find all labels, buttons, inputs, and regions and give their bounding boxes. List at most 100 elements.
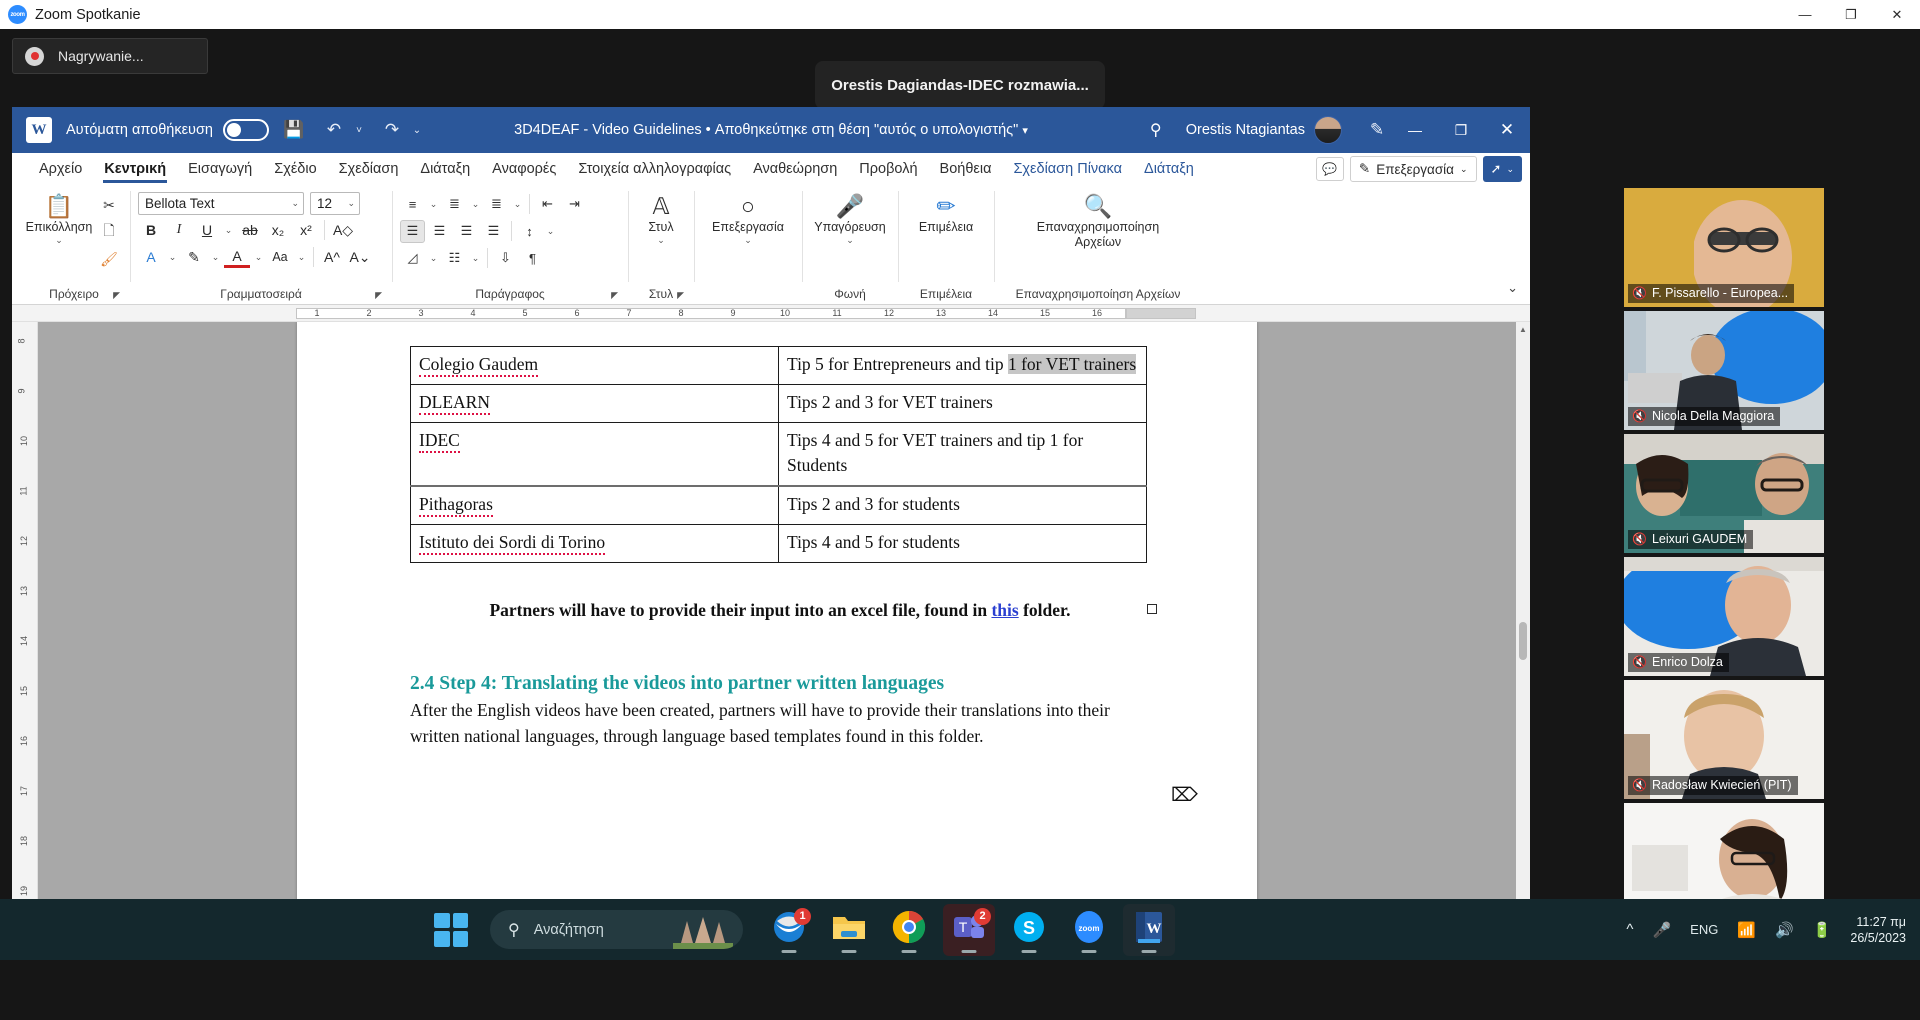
paragraph-dialog-launcher[interactable]: ◤ (611, 290, 618, 301)
table-cell-tips[interactable]: Tips 4 and 5 for students (778, 524, 1147, 563)
share-button[interactable]: ➚ ⌄ (1482, 156, 1522, 182)
editor-button[interactable]: ✏ Επιμέλεια (913, 189, 979, 234)
dictate-chevron-down-icon[interactable]: ⌄ (846, 235, 854, 245)
participant-tile[interactable]: 🔇 Nicola Della Maggiora (1624, 311, 1824, 430)
paste-button[interactable]: 📋 Επικόλληση ⌄ (26, 189, 93, 245)
numbering-icon[interactable]: ≣ (442, 193, 467, 216)
ribbon-collapse-chevron-icon[interactable]: ⌄ (1507, 280, 1518, 296)
clear-formatting-icon[interactable]: A◇ (330, 218, 356, 242)
comments-button[interactable]: 💬 (1315, 157, 1344, 181)
ink-pen-icon[interactable]: ✎ (1362, 115, 1392, 145)
text-effects-icon[interactable]: A (138, 245, 164, 269)
grow-font-icon[interactable]: A^ (319, 245, 345, 269)
font-name-chevron-down-icon[interactable]: ⌄ (291, 198, 299, 209)
borders-chevron-down-icon[interactable]: ⌄ (469, 246, 482, 270)
taskbar-app-chrome[interactable] (883, 904, 935, 956)
table-cell-partner[interactable]: Colegio Gaudem (410, 346, 779, 385)
word-minimize-button[interactable]: — (1392, 107, 1438, 153)
align-right-button[interactable]: ☰ (454, 220, 479, 243)
taskbar-app-word[interactable]: W (1123, 903, 1175, 956)
recording-indicator[interactable]: Nagrywanie... (12, 38, 208, 74)
participant-tile[interactable]: 🔇 Radosław Kwiecień (PIT) (1624, 680, 1824, 799)
reuse-files-button[interactable]: 🔍 Επαναχρησιμοποίηση Αρχείων (1031, 189, 1165, 249)
bullets-icon[interactable]: ≡ (400, 193, 425, 216)
align-left-button[interactable]: ☰ (400, 219, 425, 243)
clipboard-dialog-launcher[interactable]: ◤ (113, 290, 120, 301)
table-cell-tips[interactable]: Tip 5 for Entrepreneurs and tip 1 for VE… (778, 346, 1147, 385)
search-icon[interactable]: ⚲ (1138, 112, 1174, 148)
format-painter-icon[interactable]: 🖌 (96, 247, 122, 271)
table-resize-handle[interactable] (1147, 604, 1157, 614)
highlight-chevron-down-icon[interactable]: ⌄ (209, 245, 222, 269)
taskbar-app-skype[interactable]: S (1003, 904, 1055, 956)
text-effects-chevron-down-icon[interactable]: ⌄ (166, 245, 179, 269)
borders-icon[interactable]: ☷ (442, 247, 467, 270)
decrease-indent-icon[interactable]: ⇤ (535, 193, 560, 216)
volume-icon[interactable]: 🔊 (1775, 921, 1794, 939)
font-size-chevron-down-icon[interactable]: ⌄ (347, 198, 355, 209)
shading-icon[interactable]: ◿ (400, 247, 425, 270)
tab-διάταξη[interactable]: Διάταξη (1133, 158, 1205, 181)
table-cell-partner[interactable]: IDEC (410, 422, 779, 487)
italic-button[interactable]: I (166, 218, 192, 242)
table-row[interactable]: Colegio Gaudem Tip 5 for Entrepreneurs an… (410, 346, 1147, 385)
text-highlight-icon[interactable]: ✎ (181, 245, 207, 269)
underline-chevron-down-icon[interactable]: ⌄ (222, 218, 235, 242)
taskbar-app-zoom[interactable]: zoom (1063, 904, 1115, 956)
taskbar-app-thunderbird[interactable]: 1 (763, 904, 815, 956)
line-spacing-icon[interactable]: ↕ (517, 220, 542, 243)
cut-icon[interactable]: ✂ (96, 193, 122, 217)
zoom-maximize-button[interactable]: ❐ (1828, 0, 1874, 29)
align-center-button[interactable]: ☰ (427, 220, 452, 243)
battery-charging-icon[interactable]: 🔋 (1813, 921, 1832, 939)
tab-αναθεώρηση[interactable]: Αναθεώρηση (742, 158, 848, 181)
table-cell-tips[interactable]: Tips 2 and 3 for VET trainers (778, 384, 1147, 423)
participant-tile[interactable]: 🔇 Enrico Dolza (1624, 557, 1824, 676)
subscript-button[interactable]: x₂ (265, 218, 291, 242)
font-color-chevron-down-icon[interactable]: ⌄ (252, 245, 265, 269)
increase-indent-icon[interactable]: ⇥ (562, 193, 587, 216)
strikethrough-button[interactable]: ab (237, 218, 263, 242)
vertical-scrollbar[interactable]: ▲ ▼ (1516, 322, 1530, 908)
table-row[interactable]: DLEARN Tips 2 and 3 for VET trainers (410, 384, 1147, 423)
table-cell-partner[interactable]: Istituto dei Sordi di Torino (410, 524, 779, 563)
autosave-toggle[interactable] (222, 119, 269, 141)
styles-button[interactable]: 𝔸 Στυλ ⌄ (634, 189, 688, 245)
superscript-button[interactable]: x² (293, 218, 319, 242)
table-row[interactable]: Istituto dei Sordi di Torino Tips 4 and 5… (410, 524, 1147, 563)
tab-αναφορές[interactable]: Αναφορές (481, 158, 567, 181)
taskbar-app-file-explorer[interactable] (823, 904, 875, 956)
scroll-up-icon[interactable]: ▲ (1516, 322, 1530, 336)
tab-εισαγωγή[interactable]: Εισαγωγή (177, 158, 263, 181)
table-row[interactable]: IDEC Tips 4 and 5 for VET trainers and ti… (410, 422, 1147, 487)
zoom-close-button[interactable]: ✕ (1874, 0, 1920, 29)
change-case-chevron-down-icon[interactable]: ⌄ (295, 245, 308, 269)
copy-icon[interactable]: 🗋 (96, 220, 122, 244)
redo-icon[interactable]: ↷ (377, 115, 407, 145)
tab-διάταξη[interactable]: Διάταξη (409, 158, 481, 181)
table-cell-partner[interactable]: Pithagoras (410, 485, 779, 525)
table-cell-tips[interactable]: Tips 2 and 3 for students (778, 485, 1147, 525)
edit-mode-chevron-down-icon[interactable]: ⌄ (1460, 164, 1468, 175)
language-indicator[interactable]: ENG (1690, 922, 1718, 937)
document-title-chevron-icon[interactable]: ▾ (1022, 125, 1028, 137)
justify-button[interactable]: ☰ (481, 220, 506, 243)
font-dialog-launcher[interactable]: ◤ (375, 290, 382, 301)
scrollbar-thumb[interactable] (1519, 622, 1527, 660)
document-page[interactable]: Colegio Gaudem Tip 5 for Entrepreneurs an… (297, 322, 1257, 908)
start-button-icon[interactable] (434, 912, 468, 947)
underline-button[interactable]: U (194, 218, 220, 242)
avatar[interactable] (1314, 116, 1342, 144)
styles-dialog-launcher[interactable]: ◤ (677, 290, 684, 301)
shading-chevron-down-icon[interactable]: ⌄ (427, 246, 440, 270)
tab-βοήθεια[interactable]: Βοήθεια (929, 158, 1003, 181)
editing-mode-button[interactable]: ✎ Επεξεργασία ⌄ (1349, 156, 1477, 182)
horizontal-ruler[interactable]: 1 2 3 4 5 6 7 8 9 10 11 12 13 14 15 16 (12, 305, 1530, 322)
zoom-minimize-button[interactable]: — (1782, 0, 1828, 29)
numbering-chevron-down-icon[interactable]: ⌄ (469, 192, 482, 216)
save-icon[interactable]: 💾 (279, 115, 309, 145)
microphone-icon[interactable]: 🎤 (1652, 921, 1671, 939)
partners-tips-table[interactable]: Colegio Gaudem Tip 5 for Entrepreneurs an… (410, 346, 1147, 563)
styles-chevron-down-icon[interactable]: ⌄ (657, 235, 665, 245)
font-color-icon[interactable]: A (224, 247, 250, 268)
